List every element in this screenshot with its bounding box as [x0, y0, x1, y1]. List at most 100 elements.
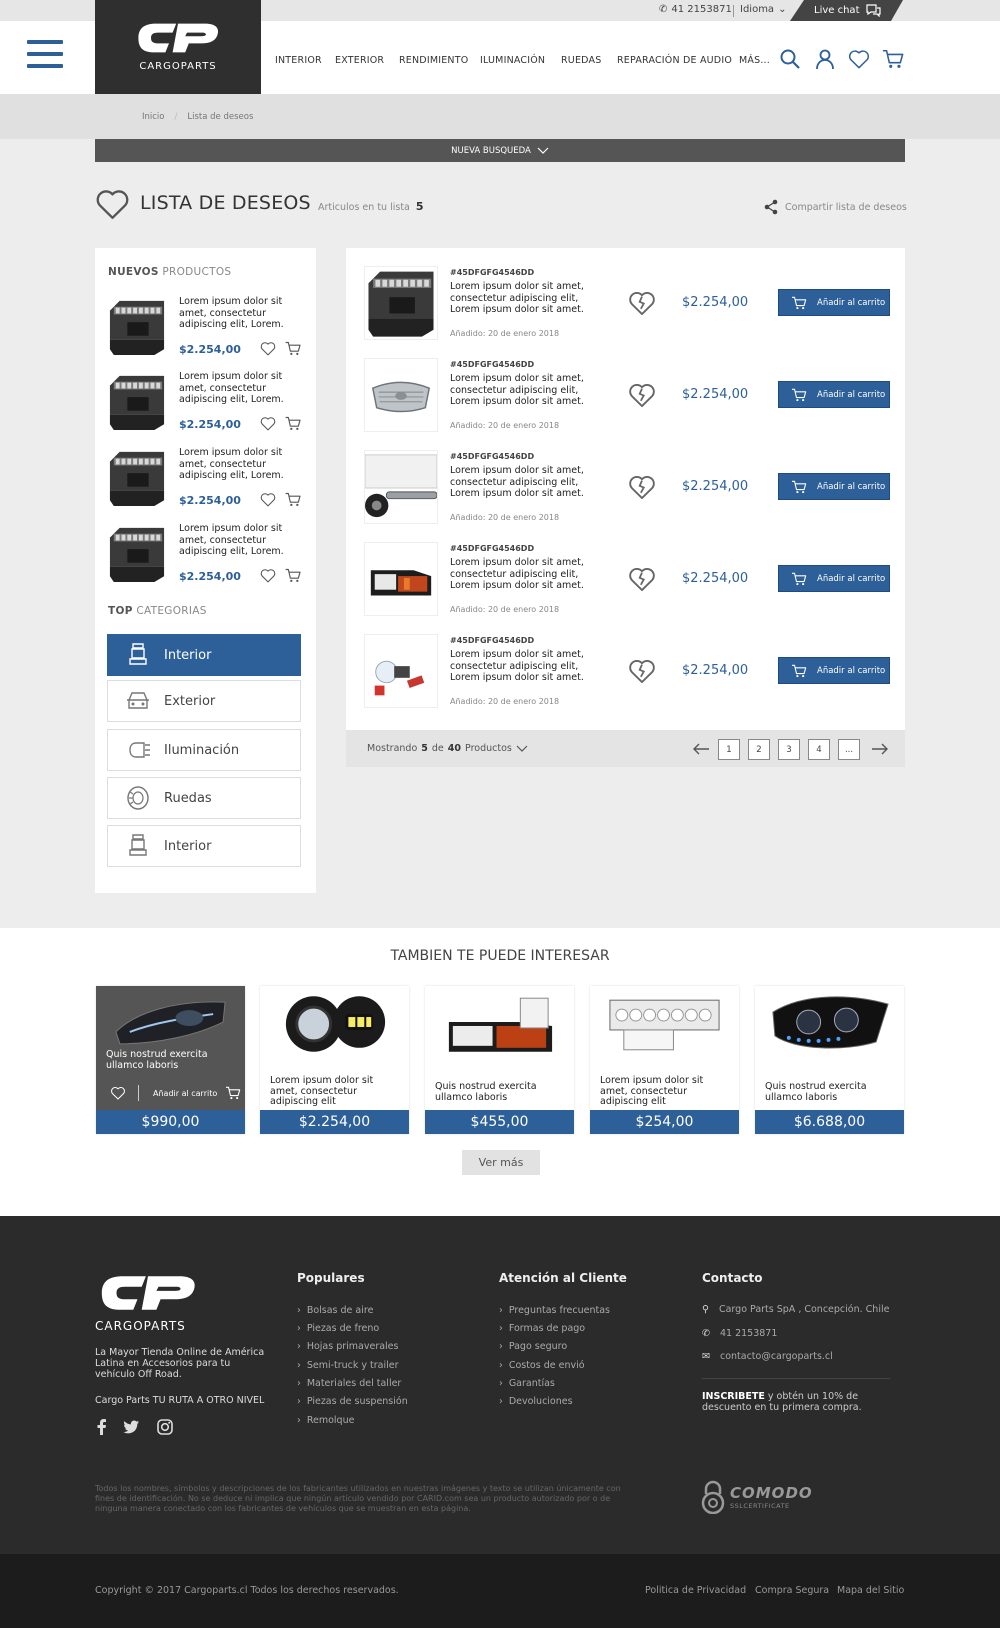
language-select[interactable]: Idioma ⌄: [740, 4, 786, 15]
results-per-page-select[interactable]: Mostrando 5 de 40 Productos: [367, 743, 528, 754]
nav-rendimiento[interactable]: RENDIMIENTO: [399, 55, 468, 66]
footer-link[interactable]: › Piezas de suspensión: [297, 1396, 408, 1407]
add-to-cart-button[interactable]: Añadir al carrito: [778, 473, 890, 500]
remove-heart-icon[interactable]: [628, 658, 656, 684]
add-to-cart-button[interactable]: Añadir al carrito: [778, 289, 890, 316]
arrow-left-icon[interactable]: [691, 741, 711, 757]
arrow-right-icon[interactable]: [870, 741, 890, 757]
rec-card[interactable]: Lorem ipsum dolor sit amet, consectetur …: [260, 986, 409, 1134]
nav-exterior[interactable]: EXTERIOR: [335, 55, 384, 66]
new-product-item[interactable]: Lorem ipsum dolor sit amet, consectetur …: [108, 371, 308, 437]
heart-icon[interactable]: [260, 416, 276, 431]
category-ruedas[interactable]: Ruedas: [107, 777, 301, 819]
new-product-item[interactable]: Lorem ipsum dolor sit amet, consectetur …: [108, 447, 308, 513]
footer-link[interactable]: › Piezas de freno: [297, 1323, 379, 1334]
header-phone[interactable]: ✆ 41 2153871: [659, 4, 732, 15]
nav-reparacion-audio[interactable]: REPARACIÓN DE AUDIO: [617, 55, 732, 66]
add-to-cart-button[interactable]: Añadir al carrito: [778, 381, 890, 408]
footer-phone[interactable]: ✆ 41 2153871: [702, 1328, 777, 1339]
nav-iluminacion[interactable]: ILUMINACIÓN: [480, 55, 545, 66]
rec-card[interactable]: Quis nostrud exercita ullamco laboris Añ…: [96, 986, 245, 1134]
rec-card[interactable]: Quis nostrud exercita ullamco laboris $4…: [425, 986, 574, 1134]
footer-email[interactable]: ✉ contacto@cargoparts.cl: [702, 1351, 833, 1362]
search-icon[interactable]: [779, 48, 801, 70]
product-price: $2.254,00: [682, 663, 749, 678]
footer-link[interactable]: › Bolsas de aire: [297, 1305, 373, 1316]
footer-link[interactable]: › Formas de pago: [499, 1323, 585, 1334]
cart-icon[interactable]: [285, 341, 301, 356]
instagram-icon[interactable]: [156, 1418, 174, 1436]
logo[interactable]: CARGOPARTS: [95, 0, 261, 94]
new-product-item[interactable]: Lorem ipsum dolor sit amet, consectetur …: [108, 523, 308, 589]
cart-icon[interactable]: [285, 492, 301, 507]
page-3-button[interactable]: 3: [778, 739, 800, 760]
heart-icon[interactable]: [260, 341, 276, 356]
menu-hamburger-icon[interactable]: [27, 40, 63, 72]
wishlist-count-value: 5: [415, 200, 424, 213]
footer-link[interactable]: › Pago seguro: [499, 1341, 567, 1352]
footer-link[interactable]: › Costos de envió: [499, 1360, 585, 1371]
page-more-button[interactable]: ...: [838, 739, 860, 760]
share-wishlist-link[interactable]: Compartir lista de deseos: [763, 199, 907, 215]
nav-mas[interactable]: MÁS...: [739, 55, 770, 66]
product-description[interactable]: Lorem ipsum dolor sit amet, consectetur …: [450, 281, 585, 316]
subscribe-promo[interactable]: INSCRIBETE y obtén un 10% de descuento e…: [702, 1391, 882, 1413]
cart-icon[interactable]: [285, 568, 301, 583]
rec-card[interactable]: Lorem ipsum dolor sit amet, consectetur …: [590, 986, 739, 1134]
remove-heart-icon[interactable]: [628, 566, 656, 592]
privacy-policy-link[interactable]: Politica de Privacidad: [645, 1585, 746, 1596]
footer-link[interactable]: › Garantías: [499, 1378, 555, 1389]
rec-card[interactable]: Quis nostrud exercita ullamco laboris $6…: [755, 986, 904, 1134]
product-image[interactable]: [364, 542, 438, 616]
cart-icon[interactable]: [225, 1086, 241, 1100]
category-iluminacion[interactable]: Iluminación: [107, 729, 301, 771]
secure-purchase-link[interactable]: Compra Segura: [755, 1585, 829, 1596]
cart-icon[interactable]: [882, 48, 904, 70]
product-description[interactable]: Lorem ipsum dolor sit amet, consectetur …: [450, 465, 585, 500]
add-to-cart-button[interactable]: Añadir al carrito: [778, 565, 890, 592]
footer-link[interactable]: › Devoluciones: [499, 1396, 573, 1407]
category-exterior[interactable]: Exterior: [107, 680, 301, 722]
footer-link[interactable]: › Remolque: [297, 1415, 354, 1426]
product-description[interactable]: Lorem ipsum dolor sit amet, consectetur …: [450, 649, 585, 684]
product-image[interactable]: [364, 358, 438, 432]
remove-heart-icon[interactable]: [628, 382, 656, 408]
product-image[interactable]: [364, 266, 438, 340]
footer-tagline: La Mayor Tienda Online de América Latina…: [95, 1347, 265, 1380]
page-1-button[interactable]: 1: [718, 739, 740, 760]
product-description[interactable]: Lorem ipsum dolor sit amet, consectetur …: [450, 373, 585, 408]
facebook-icon[interactable]: [93, 1418, 111, 1436]
cart-icon[interactable]: [285, 416, 301, 431]
add-to-cart-button[interactable]: Añadir al carrito: [778, 657, 890, 684]
rec-name: Quis nostrud exercita ullamco laboris: [106, 1049, 208, 1071]
cargoparts-logo-mark[interactable]: [95, 1272, 201, 1314]
page-4-button[interactable]: 4: [808, 739, 830, 760]
category-interior[interactable]: Interior: [107, 634, 301, 676]
nav-interior[interactable]: INTERIOR: [275, 55, 322, 66]
product-image[interactable]: [364, 450, 438, 524]
footer-link[interactable]: › Hojas primaverales: [297, 1341, 398, 1352]
page-2-button[interactable]: 2: [748, 739, 770, 760]
user-icon[interactable]: [814, 48, 836, 70]
heart-icon[interactable]: [110, 1086, 126, 1100]
new-product-item[interactable]: Lorem ipsum dolor sit amet, consectetur …: [108, 296, 308, 362]
see-more-button[interactable]: Ver más: [462, 1150, 540, 1175]
heart-icon[interactable]: [260, 568, 276, 583]
category-interior[interactable]: Interior: [107, 825, 301, 867]
new-search-bar[interactable]: NUEVA BUSQUEDA: [95, 139, 905, 162]
add-to-cart-label[interactable]: Añadir al carrito: [153, 1089, 217, 1098]
product-image[interactable]: [364, 634, 438, 708]
sitemap-link[interactable]: Mapa del Sitio: [837, 1585, 904, 1596]
nav-ruedas[interactable]: RUEDAS: [561, 55, 601, 66]
heart-icon[interactable]: [260, 492, 276, 507]
breadcrumb-home[interactable]: Inicio: [142, 112, 165, 122]
heart-icon[interactable]: [848, 48, 870, 70]
remove-heart-icon[interactable]: [628, 474, 656, 500]
footer-link[interactable]: › Preguntas frecuentas: [499, 1305, 610, 1316]
twitter-icon[interactable]: [122, 1418, 140, 1436]
product-description[interactable]: Lorem ipsum dolor sit amet, consectetur …: [450, 557, 585, 592]
footer-link[interactable]: › Materiales del taller: [297, 1378, 401, 1389]
live-chat-button[interactable]: Live chat: [790, 0, 903, 21]
remove-heart-icon[interactable]: [628, 290, 656, 316]
footer-link[interactable]: › Semi-truck y trailer: [297, 1360, 399, 1371]
